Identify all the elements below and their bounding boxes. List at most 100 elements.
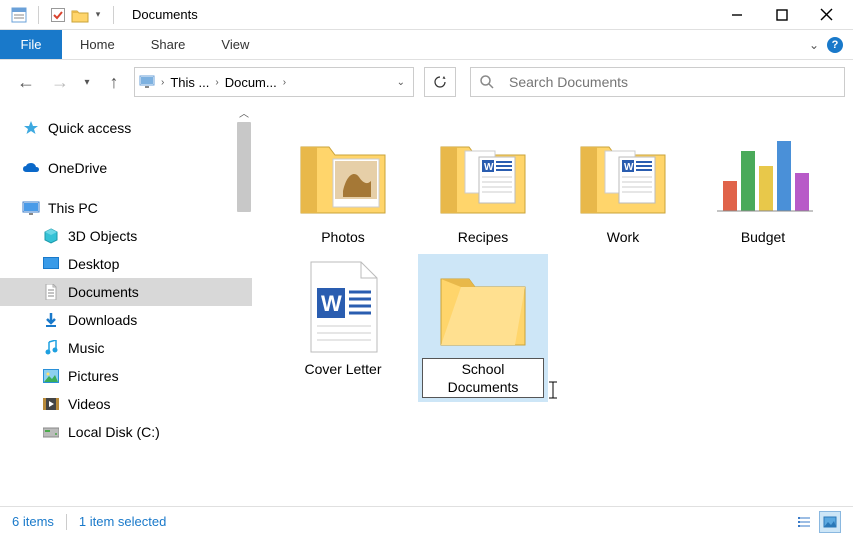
item-label: Cover Letter	[304, 360, 381, 378]
item-budget[interactable]: Budget	[698, 122, 828, 250]
tab-home[interactable]: Home	[62, 30, 133, 59]
item-school-documents[interactable]: School Documents	[418, 254, 548, 402]
tab-view[interactable]: View	[203, 30, 267, 59]
sidebar-item-desktop[interactable]: Desktop	[0, 250, 252, 278]
chevron-right-icon[interactable]: ›	[213, 77, 220, 88]
window-title: Documents	[132, 7, 198, 22]
tab-share[interactable]: Share	[133, 30, 204, 59]
sidebar-item-this-pc[interactable]: This PC	[0, 194, 252, 222]
svg-text:W: W	[484, 162, 494, 173]
disk-icon	[42, 423, 60, 441]
address-pc-icon	[139, 75, 155, 89]
status-selected: 1 item selected	[79, 514, 166, 529]
nav-pane: Quick access OneDrive This PC 3D Objects…	[0, 104, 252, 506]
sidebar-item-label: Quick access	[48, 120, 131, 136]
item-work[interactable]: W Work	[558, 122, 688, 250]
music-icon	[42, 339, 60, 357]
search-input[interactable]	[507, 73, 836, 91]
up-button[interactable]: ↑	[100, 68, 128, 96]
details-view-button[interactable]	[793, 511, 815, 533]
chevron-right-icon[interactable]: ›	[159, 77, 166, 88]
item-photos[interactable]: Photos	[278, 122, 408, 250]
back-button[interactable]: ←	[12, 68, 40, 96]
refresh-button[interactable]	[424, 67, 456, 97]
item-cover-letter[interactable]: W Cover Letter	[278, 254, 408, 402]
address-dropdown-icon[interactable]: ⌄	[393, 77, 409, 88]
desktop-icon	[42, 255, 60, 273]
download-icon	[42, 311, 60, 329]
folder-icon	[433, 258, 533, 358]
title-bar: ▾ Documents	[0, 0, 853, 30]
item-label: Budget	[741, 228, 785, 246]
sidebar-item-videos[interactable]: Videos	[0, 390, 252, 418]
breadcrumb-this-pc[interactable]: This ...	[170, 75, 209, 90]
item-label: Recipes	[458, 228, 509, 246]
svg-text:W: W	[321, 291, 342, 316]
large-icons-view-button[interactable]	[819, 511, 841, 533]
sidebar-item-label: This PC	[48, 200, 98, 216]
sidebar-item-pictures[interactable]: Pictures	[0, 362, 252, 390]
close-button[interactable]	[804, 0, 849, 30]
checkbox-icon[interactable]	[49, 6, 67, 24]
scroll-up-icon[interactable]: ︿	[236, 104, 252, 120]
ribbon-row: File Home Share View ⌄ ?	[0, 30, 853, 60]
document-icon	[42, 283, 60, 301]
status-count: 6 items	[12, 514, 54, 529]
item-label: Work	[607, 228, 639, 246]
sidebar-scrollbar[interactable]: ︿	[236, 104, 252, 506]
cube-icon	[42, 227, 60, 245]
sidebar-item-local-disk[interactable]: Local Disk (C:)	[0, 418, 252, 446]
sidebar-item-downloads[interactable]: Downloads	[0, 306, 252, 334]
sidebar-item-label: Pictures	[68, 368, 119, 384]
word-doc-icon: W	[293, 258, 393, 358]
chart-icon	[713, 126, 813, 226]
video-icon	[42, 395, 60, 413]
cloud-icon	[22, 159, 40, 177]
scroll-thumb[interactable]	[237, 122, 251, 212]
sidebar-item-3d-objects[interactable]: 3D Objects	[0, 222, 252, 250]
window-controls	[714, 0, 849, 30]
picture-icon	[42, 367, 60, 385]
sidebar-item-label: 3D Objects	[68, 228, 137, 244]
properties-icon[interactable]	[10, 6, 28, 24]
sidebar-item-label: OneDrive	[48, 160, 107, 176]
ribbon-collapse-icon[interactable]: ⌄	[809, 38, 819, 52]
breadcrumb-documents[interactable]: Docum...	[225, 75, 277, 90]
item-recipes[interactable]: W Recipes	[418, 122, 548, 250]
sidebar-item-label: Local Disk (C:)	[68, 424, 160, 440]
text-cursor-icon	[546, 380, 560, 400]
sidebar-item-label: Videos	[68, 396, 111, 412]
search-icon	[479, 74, 495, 90]
forward-button[interactable]: →	[46, 68, 74, 96]
folder-thumb-icon: W	[433, 126, 533, 226]
nav-row: ← → ▾ ↑ › This ... › Docum... › ⌄	[0, 60, 853, 104]
chevron-right-icon[interactable]: ›	[281, 77, 288, 88]
sidebar-item-label: Desktop	[68, 256, 119, 272]
rename-input[interactable]: School Documents	[422, 358, 544, 398]
sidebar-item-onedrive[interactable]: OneDrive	[0, 154, 252, 182]
address-bar[interactable]: › This ... › Docum... › ⌄	[134, 67, 414, 97]
file-tab[interactable]: File	[0, 30, 62, 59]
monitor-icon	[22, 199, 40, 217]
help-icon[interactable]: ?	[827, 37, 843, 53]
folder-icon[interactable]	[71, 6, 89, 24]
sidebar-item-music[interactable]: Music	[0, 334, 252, 362]
quick-access-toolbar: ▾	[4, 6, 126, 24]
folder-thumb-icon	[293, 126, 393, 226]
sidebar-item-documents[interactable]: Documents	[0, 278, 252, 306]
qat-dropdown-icon[interactable]: ▾	[93, 6, 103, 24]
minimize-button[interactable]	[714, 0, 759, 30]
content-pane: Photos W	[252, 104, 853, 506]
sidebar-item-label: Music	[68, 340, 105, 356]
star-icon	[22, 119, 40, 137]
search-box[interactable]	[470, 67, 845, 97]
maximize-button[interactable]	[759, 0, 804, 30]
sidebar-item-quick-access[interactable]: Quick access	[0, 114, 252, 142]
folder-thumb-icon: W	[573, 126, 673, 226]
status-bar: 6 items 1 item selected	[0, 506, 853, 536]
sidebar-item-label: Documents	[68, 284, 139, 300]
main-area: Quick access OneDrive This PC 3D Objects…	[0, 104, 853, 506]
recent-dropdown-icon[interactable]: ▾	[80, 68, 94, 96]
item-label: Photos	[321, 228, 365, 246]
sidebar-item-label: Downloads	[68, 312, 137, 328]
